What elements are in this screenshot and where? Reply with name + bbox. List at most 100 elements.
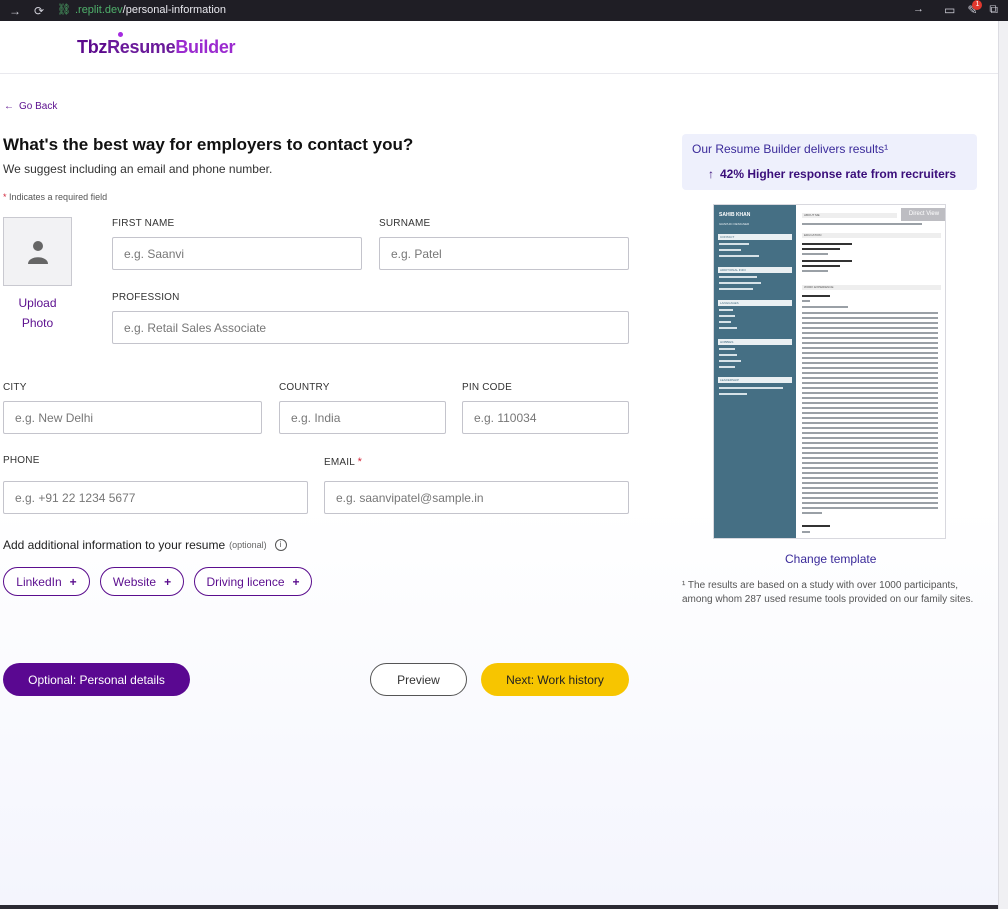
- preview-text-line: [719, 327, 737, 329]
- preview-text-line: [802, 525, 830, 527]
- preview-section: ABOUT ME: [802, 213, 897, 218]
- additional-info-heading: Add additional information to your resum…: [3, 538, 287, 552]
- page-scrollbar[interactable]: [998, 21, 1008, 909]
- site-header: TbzResumeBuilder: [0, 21, 998, 74]
- preview-text-line: [802, 417, 938, 419]
- preview-text-line: [719, 243, 749, 245]
- preview-text-line: [802, 507, 938, 509]
- upload-photo-link[interactable]: Upload Photo: [3, 293, 72, 333]
- country-label: COUNTRY: [279, 382, 330, 393]
- change-template-link[interactable]: Change template: [785, 552, 876, 566]
- email-label-text: EMAIL: [324, 457, 355, 468]
- logo-part-3: Builder: [175, 37, 236, 57]
- first-name-label: FIRST NAME: [112, 218, 175, 229]
- preview-text-line: [802, 372, 938, 374]
- preview-section: LEADERSHIP: [718, 377, 792, 383]
- plus-icon: +: [69, 574, 77, 589]
- preview-text-line: [802, 392, 938, 394]
- profession-label: PROFESSION: [112, 292, 180, 303]
- photo-placeholder[interactable]: [3, 217, 72, 286]
- required-note-text: Indicates a required field: [9, 192, 108, 202]
- page-title: What's the best way for employers to con…: [3, 135, 414, 154]
- preview-name: SAHIB KHAN: [719, 212, 751, 218]
- next-work-history-button[interactable]: Next: Work history: [481, 663, 629, 696]
- preview-text-line: [802, 482, 938, 484]
- results-footnote: ¹ The results are based on a study with …: [682, 580, 974, 605]
- open-external-icon[interactable]: ⧉: [989, 2, 998, 17]
- preview-text-line: [719, 348, 735, 350]
- direct-view-button[interactable]: Direct View: [901, 208, 945, 221]
- preview-text-line: [802, 487, 938, 489]
- phone-label: PHONE: [3, 455, 40, 466]
- preview-text-line: [719, 276, 757, 278]
- optional-tag: (optional): [229, 540, 267, 550]
- country-input[interactable]: [279, 401, 446, 434]
- info-icon[interactable]: i: [274, 539, 287, 551]
- surname-input[interactable]: [379, 237, 629, 270]
- logo-dot: [118, 32, 123, 37]
- pin-code-label: PIN CODE: [462, 382, 512, 393]
- pin-code-input[interactable]: [462, 401, 629, 434]
- preview-section: LANGUAGES: [718, 300, 792, 306]
- preview-text-line: [802, 477, 938, 479]
- preview-text-line: [719, 360, 741, 362]
- add-driving-licence-button[interactable]: Driving licence +: [194, 567, 312, 596]
- preview-button[interactable]: Preview: [370, 663, 467, 696]
- notification-badge: 1: [972, 0, 983, 10]
- preview-text-line: [719, 366, 735, 368]
- preview-text-line: [719, 255, 759, 257]
- promo-stat: ↑ 42% Higher response rate from recruite…: [708, 167, 956, 181]
- preview-text-line: [802, 452, 938, 454]
- preview-text-line: [802, 472, 938, 474]
- reload-icon[interactable]: ⟳: [32, 4, 46, 18]
- email-input[interactable]: [324, 481, 629, 514]
- email-required-star: *: [357, 456, 363, 468]
- chip-label: Website: [112, 574, 157, 589]
- city-input[interactable]: [3, 401, 262, 434]
- preview-text-line: [802, 265, 840, 267]
- phone-input[interactable]: [3, 481, 308, 514]
- promo-stat-text: 42% Higher response rate from recruiters: [720, 167, 957, 181]
- preview-text-line: [719, 354, 737, 356]
- resume-preview[interactable]: SAHIB KHAN GRAPHIC DESIGNER CONTACT ADDI…: [713, 204, 946, 539]
- user-icon: [27, 240, 48, 264]
- preview-section: ADDITIONAL INFO: [718, 267, 792, 273]
- preview-section: CONTACT: [718, 234, 792, 240]
- city-label: CITY: [3, 382, 27, 393]
- required-note: * Indicates a required field: [3, 192, 107, 202]
- preview-text-line: [802, 367, 938, 369]
- preview-section: WORK EXPERIENCE: [802, 285, 941, 290]
- profession-input[interactable]: [112, 311, 629, 344]
- chip-label: LinkedIn: [16, 574, 62, 589]
- preview-text-line: [719, 387, 783, 389]
- logo[interactable]: TbzResumeBuilder: [77, 37, 236, 58]
- preview-text-line: [802, 300, 810, 302]
- extension-icon[interactable]: ✎ 1: [967, 0, 983, 17]
- preview-text-line: [719, 282, 761, 284]
- add-linkedin-button[interactable]: LinkedIn +: [3, 567, 90, 596]
- optional-personal-details-button[interactable]: Optional: Personal details: [3, 663, 190, 696]
- preview-text-line: [802, 467, 938, 469]
- monitor-icon[interactable]: ▭: [944, 3, 955, 17]
- preview-text-line: [802, 312, 938, 314]
- preview-text-line: [802, 497, 938, 499]
- first-name-input[interactable]: [112, 237, 362, 270]
- required-star: *: [3, 192, 7, 202]
- email-label: EMAIL *: [324, 456, 362, 468]
- address-bar[interactable]: ⛓ .replit.dev /personal-information: [57, 3, 227, 17]
- preview-text-line: [802, 492, 938, 494]
- go-back-link[interactable]: ← Go Back: [4, 101, 57, 112]
- url-host: .replit.dev: [74, 3, 123, 16]
- logo-part-2: Resume: [107, 37, 176, 57]
- preview-text-line: [802, 462, 938, 464]
- preview-text-line: [802, 352, 938, 354]
- url-path: /personal-information: [122, 3, 227, 16]
- forward-icon[interactable]: →: [8, 4, 22, 18]
- preview-text-line: [802, 512, 822, 514]
- preview-text-line: [802, 427, 938, 429]
- preview-text-line: [802, 407, 938, 409]
- preview-text-line: [802, 377, 938, 379]
- go-arrow-icon[interactable]: →: [913, 3, 924, 15]
- add-website-button[interactable]: Website +: [100, 567, 184, 596]
- preview-text-line: [802, 387, 938, 389]
